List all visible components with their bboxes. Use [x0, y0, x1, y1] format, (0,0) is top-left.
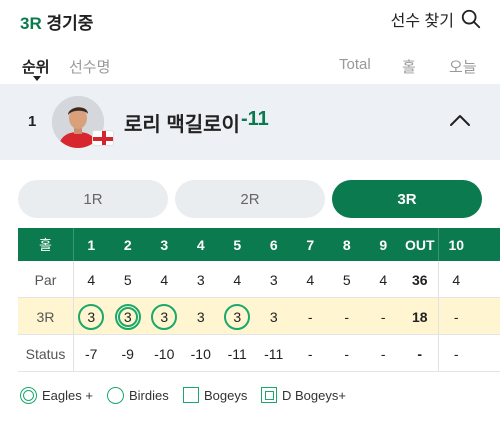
par-value-out: 36	[411, 271, 428, 288]
round-score-out: 18	[411, 308, 428, 325]
birdie-circle-icon: 3	[151, 303, 178, 330]
legend-eagles-label: Eagles +	[42, 388, 93, 403]
par-value-1: 4	[87, 271, 96, 288]
score-text: 3	[233, 308, 242, 325]
tab-round-1[interactable]: 1R	[18, 180, 168, 218]
tab-round-2[interactable]: 2R	[175, 180, 325, 218]
top-header: 3R 경기중 선수 찾기	[0, 0, 500, 40]
scorecard-table: 홀 1 2 3 4 5 6 7 8 9 OUT 10 Par 4 5 4 3 4 3 4 5 4 36 4 3R 3 3 3 3 3 3…	[18, 228, 500, 376]
sort-rank[interactable]: 순위	[22, 56, 50, 77]
legend-bogeys-label: Bogeys	[204, 387, 248, 403]
status-value-9: -	[380, 345, 386, 362]
sort-bar: 순위 선수명 Total 홀 오늘	[0, 48, 500, 84]
round-status: 3R 경기중	[20, 9, 93, 34]
hole-number-5: 5	[233, 236, 242, 253]
par-value-3: 4	[160, 271, 169, 288]
par-row: Par 4 5 4 3 4 3 4 5 4 36 4	[18, 261, 500, 298]
status-value-2: -9	[121, 345, 134, 362]
hole-number-1: 1	[87, 236, 96, 253]
search-icon	[461, 9, 481, 29]
round-score-8: -	[344, 308, 350, 325]
hole-number-6: 6	[269, 236, 278, 253]
status-value-10: -	[453, 345, 459, 362]
double-bogey-double-square-icon	[261, 387, 277, 403]
player-row[interactable]: 1 로리 맥길로이 -11	[0, 84, 500, 160]
round-score-10: -	[453, 308, 459, 325]
round-score-6: 3	[269, 308, 278, 325]
status-value-3: -10	[154, 345, 175, 362]
tab-round-3[interactable]: 3R	[332, 180, 482, 218]
score-text: 3	[123, 308, 132, 325]
player-score: -11	[241, 108, 269, 130]
legend-birdies-label: Birdies	[129, 388, 169, 403]
search-players-button[interactable]: 선수 찾기	[391, 7, 482, 31]
hole-number-10: 10	[448, 236, 465, 253]
par-value-6: 3	[269, 271, 278, 288]
round-score-3: 3	[146, 298, 183, 335]
hole-number-7: 7	[306, 236, 315, 253]
hole-number-8: 8	[342, 236, 351, 253]
legend-bogeys: Bogeys	[183, 387, 247, 403]
round-row-label: 3R	[36, 308, 55, 325]
round-prefix: 3R	[20, 14, 42, 33]
par-value-7: 4	[306, 271, 315, 288]
par-value-2: 5	[123, 271, 132, 288]
score-text: 3	[87, 308, 96, 325]
sort-hole[interactable]: 홀	[402, 56, 416, 77]
hole-number-2: 2	[123, 236, 132, 253]
legend-double-bogeys: D Bogeys+	[261, 387, 346, 403]
hole-number-9: 9	[379, 236, 388, 253]
status-value-4: -10	[190, 345, 211, 362]
hole-number-out: OUT	[404, 236, 435, 253]
par-row-label: Par	[34, 271, 57, 288]
status-value-out: -	[417, 345, 423, 362]
status-row: Status -7 -9 -10 -10 -11 -11 - - - - -	[18, 335, 500, 372]
search-players-label: 선수 찾기	[390, 13, 454, 30]
player-rank: 1	[28, 113, 37, 130]
score-legend: Eagles + Birdies Bogeys D Bogeys+	[20, 387, 490, 407]
round-score-4: 3	[196, 308, 205, 325]
round-tabs: 1R 2R 3R	[0, 180, 500, 218]
round-score-row: 3R 3 3 3 3 3 3 - - - 18 -	[18, 298, 500, 335]
birdie-circle-icon	[107, 387, 124, 404]
status-value-5: -11	[227, 345, 247, 362]
par-value-9: 4	[379, 271, 388, 288]
eagle-double-circle-icon: 3	[114, 303, 141, 330]
par-value-10: 4	[452, 271, 461, 288]
par-value-8: 5	[342, 271, 351, 288]
eagle-double-circle-icon	[20, 387, 37, 404]
birdie-circle-icon: 3	[224, 303, 251, 330]
hole-number-3: 3	[160, 236, 169, 253]
sort-caret-down-icon	[33, 76, 41, 81]
sort-today[interactable]: 오늘	[449, 56, 477, 77]
round-score-2: 3	[110, 298, 147, 335]
collapse-chevron-up-icon[interactable]	[446, 110, 474, 130]
legend-birdies: Birdies	[107, 387, 169, 404]
par-value-5: 4	[233, 271, 242, 288]
hole-row-label: 홀	[39, 236, 52, 253]
round-score-7: -	[307, 308, 313, 325]
player-name: 로리 맥길로이	[124, 114, 240, 136]
legend-double-bogeys-label: D Bogeys+	[282, 387, 346, 403]
score-text: 3	[160, 308, 169, 325]
sort-player-name[interactable]: 선수명	[69, 56, 110, 77]
round-status-text: 경기중	[41, 14, 94, 33]
legend-eagles: Eagles +	[20, 387, 93, 404]
status-value-1: -7	[85, 345, 98, 362]
status-value-7: -	[307, 345, 313, 362]
sort-total[interactable]: Total	[339, 56, 371, 73]
round-score-9: -	[380, 308, 386, 325]
par-value-4: 3	[196, 271, 205, 288]
holes-header-row: 홀 1 2 3 4 5 6 7 8 9 OUT 10	[18, 228, 500, 261]
round-score-5: 3	[219, 298, 256, 335]
hole-number-4: 4	[196, 236, 205, 253]
status-value-6: -11	[264, 345, 284, 362]
round-score-1: 3	[73, 298, 110, 335]
status-row-label: Status	[25, 345, 66, 362]
status-value-8: -	[344, 345, 350, 362]
bogey-square-icon	[183, 387, 199, 403]
birdie-circle-icon: 3	[78, 303, 105, 330]
northern-ireland-flag-icon	[92, 130, 114, 146]
